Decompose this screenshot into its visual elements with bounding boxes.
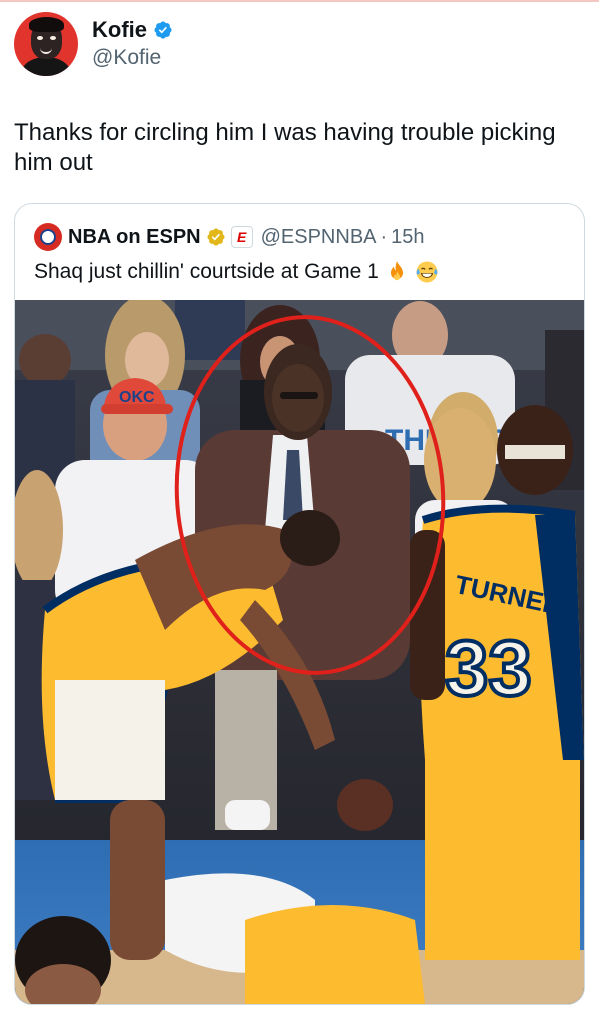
courtside-photo[interactable]: THUNDER OKC: [15, 300, 584, 1004]
quote-timestamp[interactable]: 15h: [391, 226, 424, 249]
espn-affiliate-icon: E: [230, 226, 253, 248]
laughing-emoji: [416, 261, 438, 283]
gold-verified-badge-icon: [207, 228, 225, 246]
tweet-text: Thanks for circling him I was having tro…: [14, 119, 556, 176]
verified-badge-icon: [154, 21, 172, 39]
author-handle[interactable]: @Kofie: [92, 46, 173, 70]
quote-header: NBA on ESPN E @ESPNNBA · 15h: [34, 223, 425, 251]
top-divider: [0, 0, 599, 2]
quote-handle[interactable]: @ESPNNBA: [261, 226, 377, 249]
fire-emoji: [390, 261, 403, 281]
nba-espn-logo-icon[interactable]: [34, 223, 62, 251]
quoted-tweet[interactable]: NBA on ESPN E @ESPNNBA · 15h Shaq just c…: [14, 203, 585, 1005]
tweet-author: Kofie @Kofie: [14, 12, 173, 78]
quote-display-name[interactable]: NBA on ESPN: [68, 226, 201, 249]
espn-affiliate-letter: E: [236, 229, 247, 245]
quote-text: Shaq just chillin' courtside at Game 1: [34, 260, 439, 284]
author-display-name[interactable]: Kofie: [92, 17, 147, 43]
hat-text: OKC: [119, 389, 155, 406]
cartoon-avatar-icon[interactable]: [14, 12, 78, 76]
separator-dot: ·: [380, 225, 388, 248]
quote-text-body: Shaq just chillin' courtside at Game 1: [34, 260, 379, 283]
jersey-number: 33: [445, 624, 532, 712]
